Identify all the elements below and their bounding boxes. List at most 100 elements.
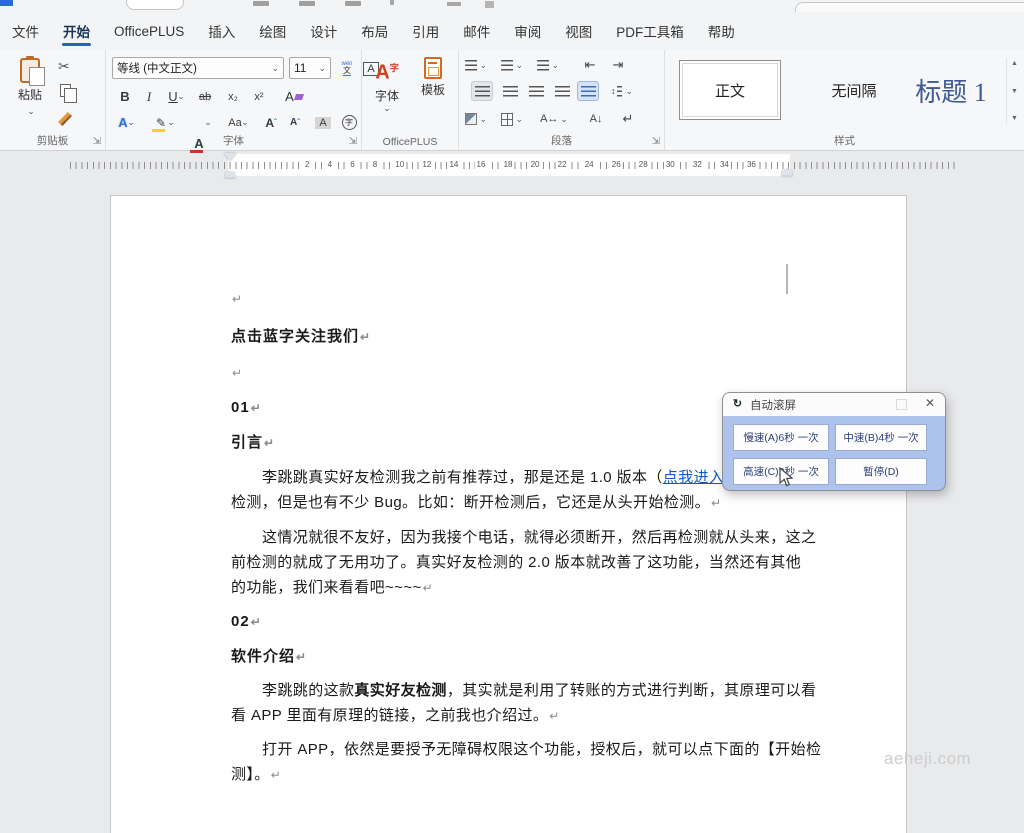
style-normal[interactable]: 正文 [679, 60, 781, 120]
tab-file[interactable]: 文件 [0, 12, 51, 50]
tab-references[interactable]: 引用 [400, 12, 451, 50]
doc-section-01[interactable]: 01↵ [231, 397, 791, 419]
doc-paragraph-line[interactable]: 李跳跳真实好友检测我之前有推荐过，那是还是 1.0 版本（点我进入），确 [231, 467, 791, 489]
doc-paragraph-line[interactable]: 的功能，我们来看看吧~~~~↵ [231, 577, 791, 599]
strikethrough-button[interactable]: ab [194, 86, 216, 107]
ribbon: 粘贴 ✂ 剪贴板 ⇲ 等线 (中文正文) 11 wén 文 A B I [0, 50, 1024, 151]
multilevel-list-button[interactable] [537, 55, 559, 75]
autosave-toggle[interactable] [126, 0, 184, 10]
text-effects-dropdown[interactable] [126, 112, 136, 133]
undo-icon[interactable] [299, 1, 315, 6]
copy-icon[interactable] [60, 84, 71, 97]
subscript-button[interactable]: x₂ [222, 86, 244, 107]
font-dialog-launcher[interactable]: ⇲ [349, 137, 357, 147]
first-line-indent-marker[interactable] [224, 153, 236, 167]
left-indent-marker[interactable] [225, 172, 235, 177]
doc-heading-follow-us[interactable]: 点击蓝字关注我们↵ [231, 326, 791, 348]
empty-paragraph[interactable]: ↵ [231, 362, 791, 384]
style-heading1[interactable]: 标题 1 [903, 60, 999, 120]
justify-button[interactable] [551, 81, 573, 101]
multilevel-list-icon [537, 60, 549, 71]
clear-formatting-button[interactable]: A [282, 86, 306, 107]
phonetic-guide-icon[interactable]: wén 文 [336, 58, 358, 79]
save-icon[interactable] [253, 1, 269, 6]
gallery-down-icon[interactable]: ▼ [1011, 88, 1018, 95]
right-indent-marker-base[interactable] [782, 170, 792, 175]
underline-dropdown[interactable] [176, 86, 186, 107]
doc-paragraph-line[interactable]: 看 APP 里面有原理的链接，之前我也介绍过。↵ [231, 705, 791, 727]
doc-paragraph-line[interactable]: 测】。↵ [231, 764, 791, 786]
asian-layout-button[interactable]: A↔ [543, 109, 565, 129]
horizontal-ruler[interactable]: 24681012141618202224262830323436 [0, 151, 1024, 179]
tab-pdf-tools[interactable]: PDF工具箱 [604, 12, 696, 50]
officeplus-template-button[interactable]: 模板 [412, 56, 454, 134]
tab-layout[interactable]: 布局 [349, 12, 400, 50]
shading-button[interactable] [465, 109, 487, 129]
font-color-dropdown[interactable] [203, 112, 213, 133]
pause-button[interactable]: 暂停(D) [835, 458, 927, 485]
shrink-font-button[interactable]: Aˇ [284, 112, 306, 133]
doc-paragraph-line[interactable]: 检测，但是也有不少 Bug。比如：断开检测后，它还是从头开始检测。↵ [231, 492, 791, 514]
clipboard-group-label: 剪贴板 [0, 133, 105, 148]
superscript-button[interactable]: x² [248, 86, 270, 107]
font-name-combobox[interactable]: 等线 (中文正文) [112, 57, 284, 79]
empty-paragraph[interactable]: ↵ [231, 288, 791, 310]
doc-paragraph-line[interactable]: 李跳跳的这款真实好友检测，其实就是利用了转账的方式进行判断，其原理可以看 [231, 680, 791, 702]
redo-icon[interactable] [345, 1, 361, 6]
tab-review[interactable]: 审阅 [502, 12, 553, 50]
doc-paragraph-line[interactable]: 前检测的就成了无用功了。真实好友检测的 2.0 版本就改善了这功能，当然还有其他 [231, 552, 791, 574]
tab-insert[interactable]: 插入 [196, 12, 247, 50]
show-marks-button[interactable]: ↵ [617, 109, 639, 129]
align-center-button[interactable] [499, 81, 521, 101]
paragraph-dialog-launcher[interactable]: ⇲ [652, 137, 660, 147]
sort-button[interactable]: A↓ [585, 109, 607, 129]
dialog-titlebar[interactable]: ↻ 自动滚屏 ✕ [723, 393, 945, 416]
doc-hyperlink[interactable]: 点我进入 [663, 469, 725, 486]
numbered-list-button[interactable] [501, 55, 523, 75]
tab-mailings[interactable]: 邮件 [451, 12, 502, 50]
italic-button[interactable]: I [138, 86, 160, 107]
medium-speed-button[interactable]: 中速(B)4秒 一次 [835, 424, 927, 451]
tab-view[interactable]: 视图 [553, 12, 604, 50]
dialog-minimize-button[interactable] [896, 399, 907, 410]
clipboard-dialog-launcher[interactable]: ⇲ [93, 137, 101, 147]
gallery-more-icon[interactable]: ▼ [1011, 115, 1018, 122]
distribute-button[interactable] [577, 81, 599, 101]
doc-heading-software[interactable]: 软件介绍↵ [231, 646, 791, 668]
change-case-dropdown[interactable] [240, 112, 250, 133]
doc-section-02[interactable]: 02↵ [231, 611, 791, 633]
tab-help[interactable]: 帮助 [696, 12, 747, 50]
bullet-list-button[interactable] [465, 55, 487, 75]
document-page[interactable]: ↵ 点击蓝字关注我们↵ ↵ 01↵ 引言↵ 李跳跳真实好友检测我之前有推荐过，那… [110, 195, 907, 833]
tab-design[interactable]: 设计 [298, 12, 349, 50]
gallery-up-icon[interactable]: ▲ [1011, 60, 1018, 67]
dialog-close-icon[interactable]: ✕ [925, 396, 935, 410]
search-icon[interactable] [485, 1, 494, 8]
tab-home[interactable]: 开始 [51, 12, 102, 50]
paragraph-group-label: 段落 [459, 133, 664, 148]
increase-indent-button[interactable]: ⇥ [607, 55, 629, 75]
doc-paragraph-line[interactable]: 这情况就很不友好，因为我接个电话，就得必须断开，然后再检测就从头来，这之 [231, 527, 791, 549]
line-spacing-button[interactable]: ↕ [611, 81, 633, 101]
align-left-button[interactable] [471, 81, 493, 101]
paste-button[interactable]: 粘贴 [8, 56, 52, 134]
officeplus-font-button[interactable]: A字 字体 [366, 56, 408, 134]
borders-button[interactable] [501, 109, 523, 129]
format-painter-icon[interactable] [58, 112, 72, 126]
slow-speed-button[interactable]: 慢速(A)6秒 一次 [733, 424, 829, 451]
align-right-button[interactable] [525, 81, 547, 101]
character-shading-button[interactable]: A [312, 112, 334, 133]
auto-scroll-dialog: ↻ 自动滚屏 ✕ 慢速(A)6秒 一次 中速(B)4秒 一次 高速(C)2秒 一… [722, 392, 946, 491]
style-no-spacing[interactable]: 无间隔 [811, 60, 897, 120]
doc-heading-intro[interactable]: 引言↵ [231, 432, 791, 454]
font-size-combobox[interactable]: 11 [289, 57, 331, 79]
tab-draw[interactable]: 绘图 [247, 12, 298, 50]
tab-officeplus[interactable]: OfficePLUS [102, 12, 196, 50]
enclose-characters-button[interactable]: 字 [338, 112, 360, 133]
bold-button[interactable]: B [114, 86, 136, 107]
decrease-indent-button[interactable]: ⇤ [579, 55, 601, 75]
highlight-color-dropdown[interactable] [166, 112, 176, 133]
cut-icon[interactable]: ✂ [58, 58, 70, 75]
doc-paragraph-line[interactable]: 打开 APP，依然是要授予无障碍权限这个功能，授权后，就可以点下面的【开始检 [231, 739, 791, 761]
grow-font-button[interactable]: Aˆ [260, 112, 282, 133]
